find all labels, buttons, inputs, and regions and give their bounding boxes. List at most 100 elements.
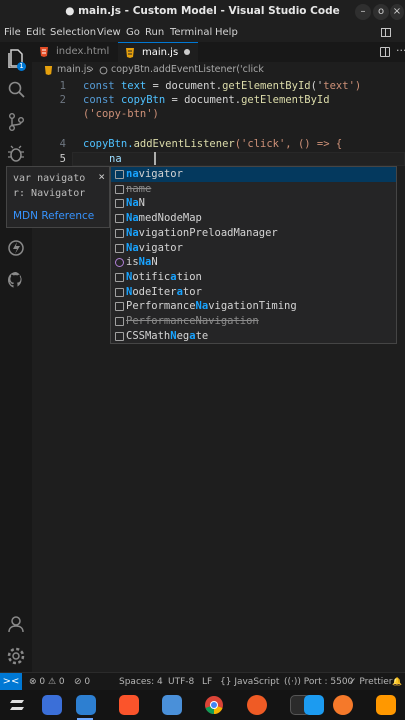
window-title: ● main.js - Custom Model - Visual Studio…	[65, 5, 340, 17]
code-line-5: na	[109, 153, 122, 165]
variable-icon	[115, 331, 124, 341]
activity-bar: 1	[0, 42, 32, 672]
run-debug-icon[interactable]	[6, 144, 26, 164]
code-line-2: const copyBtn = document.getElementById	[83, 94, 330, 106]
menu-view[interactable]: View	[97, 27, 121, 38]
sublime-icon[interactable]	[376, 695, 396, 715]
zorin-menu-icon[interactable]	[8, 695, 28, 715]
account-icon[interactable]	[6, 614, 26, 634]
menu-go[interactable]: Go	[126, 27, 140, 38]
editor-tabs: index.html main.js ···	[32, 42, 405, 62]
restore-button[interactable]: o	[373, 4, 389, 20]
problems-status[interactable]: ⊗ 0 ⚠ 0	[29, 677, 65, 687]
mdn-reference-link[interactable]: MDN Reference	[13, 210, 94, 222]
prettier-status[interactable]: ✓ Prettier	[349, 677, 393, 687]
live-server-icon[interactable]	[6, 238, 26, 258]
suggestion-item[interactable]: PerformanceNavigation	[111, 314, 396, 329]
status-bar: >< ⊗ 0 ⚠ 0 ⊘ 0 Spaces: 4 UTF-8 LF {} Jav…	[0, 672, 405, 690]
variable-icon	[115, 317, 124, 326]
source-control-icon[interactable]	[6, 112, 26, 132]
line-number: 5	[59, 153, 66, 165]
menu-edit[interactable]: Edit	[26, 27, 45, 38]
text-cursor	[154, 152, 156, 165]
suggestion-item[interactable]: PerformanceNavigationTiming	[111, 299, 396, 314]
variable-icon	[115, 199, 124, 209]
symbol-method-icon	[99, 66, 108, 75]
eol-status[interactable]: LF	[202, 677, 212, 687]
line-number: 2	[59, 94, 66, 106]
breadcrumb: main.js › copyBtn.addEventListener('clic…	[32, 62, 405, 78]
tab-label: main.js	[142, 47, 179, 58]
tab-index-html[interactable]: index.html	[32, 42, 118, 62]
title-bar: ● main.js - Custom Model - Visual Studio…	[0, 0, 405, 24]
variable-icon	[115, 243, 124, 253]
menu-run[interactable]: Run	[145, 27, 164, 38]
unsaved-dot-icon[interactable]	[184, 49, 190, 55]
minimize-button[interactable]: –	[355, 4, 371, 20]
variable-icon	[115, 214, 124, 224]
os-taskbar	[0, 690, 405, 720]
indentation-status[interactable]: Spaces: 4	[119, 677, 163, 687]
unsaved-count-badge: 1	[17, 62, 26, 71]
current-line-highlight	[72, 152, 405, 166]
suggestion-item[interactable]: name	[111, 182, 396, 197]
remote-button[interactable]: ><	[0, 673, 22, 690]
suggestion-details: var navigator: Navigator × MDN Reference	[6, 166, 110, 228]
suggestion-list[interactable]: navigator name NaN NamedNodeMap Navigati…	[110, 166, 397, 344]
window-switch-icon[interactable]	[42, 695, 62, 715]
code-line-1: const text = document.getElementById('te…	[83, 80, 362, 92]
menu-selection[interactable]: Selection	[50, 27, 96, 38]
more-actions-icon[interactable]: ···	[396, 44, 405, 57]
suggestion-item[interactable]: CSSMathNegate	[111, 329, 396, 344]
breadcrumb-file[interactable]: main.js	[57, 64, 91, 75]
encoding-status[interactable]: UTF-8	[168, 677, 194, 687]
suggestion-item[interactable]: navigator	[111, 167, 396, 182]
js-file-icon	[44, 66, 53, 75]
layout-toggle-icon[interactable]	[381, 28, 391, 37]
suggestion-item[interactable]: NavigationPreloadManager	[111, 226, 396, 241]
blender-icon[interactable]	[333, 695, 353, 715]
split-editor-icon[interactable]	[380, 47, 390, 57]
variable-icon	[115, 184, 124, 194]
live-server-port-status[interactable]: ((·)) Port : 5500	[284, 677, 353, 687]
line-number: 1	[59, 80, 66, 92]
menu-terminal[interactable]: Terminal	[170, 27, 212, 38]
variable-icon	[115, 302, 124, 312]
details-signature: var navigator: Navigator	[13, 173, 86, 199]
suggestion-item[interactable]: isNaN	[111, 255, 396, 270]
suggestion-item[interactable]: Navigator	[111, 241, 396, 256]
github-icon[interactable]	[6, 270, 26, 290]
suggestion-item[interactable]: NaN	[111, 196, 396, 211]
breadcrumb-symbol[interactable]: copyBtn.addEventListener('click	[111, 64, 264, 75]
variable-icon	[115, 272, 124, 282]
files-icon[interactable]	[162, 695, 182, 715]
close-button[interactable]: ×	[390, 4, 404, 20]
suggestion-item[interactable]: Notification	[111, 270, 396, 285]
suggestion-item[interactable]: NodeIterator	[111, 285, 396, 300]
menu-bar: File Edit Selection View Go Run Terminal…	[0, 24, 405, 42]
search-icon[interactable]	[6, 80, 26, 100]
html-file-icon	[40, 47, 48, 57]
variable-icon	[115, 228, 124, 238]
menu-help[interactable]: Help	[215, 27, 238, 38]
language-status[interactable]: {} JavaScript	[220, 677, 279, 687]
code-line-4: copyBtn.addEventListener('click', () => …	[83, 138, 343, 150]
breadcrumb-separator: ›	[90, 64, 94, 75]
settings-gear-icon[interactable]	[6, 646, 26, 666]
variable-icon	[115, 287, 124, 297]
ports-status[interactable]: ⊘ 0	[74, 677, 90, 687]
menu-file[interactable]: File	[4, 27, 21, 38]
vscode-icon[interactable]	[76, 695, 96, 715]
variable-icon	[115, 170, 124, 179]
function-icon	[115, 258, 124, 268]
suggestion-item[interactable]: NamedNodeMap	[111, 211, 396, 226]
code-line-2-wrap: ('copy-btn')	[83, 108, 159, 120]
line-number: 4	[59, 138, 66, 150]
close-details-icon[interactable]: ×	[98, 170, 105, 183]
notifications-bell-icon[interactable]: 🔔	[392, 677, 402, 686]
js-file-icon	[126, 48, 134, 58]
appstore-icon[interactable]	[304, 695, 324, 715]
postman-icon[interactable]	[247, 695, 267, 715]
brave-icon[interactable]	[119, 695, 139, 715]
chrome-icon[interactable]	[204, 695, 224, 715]
